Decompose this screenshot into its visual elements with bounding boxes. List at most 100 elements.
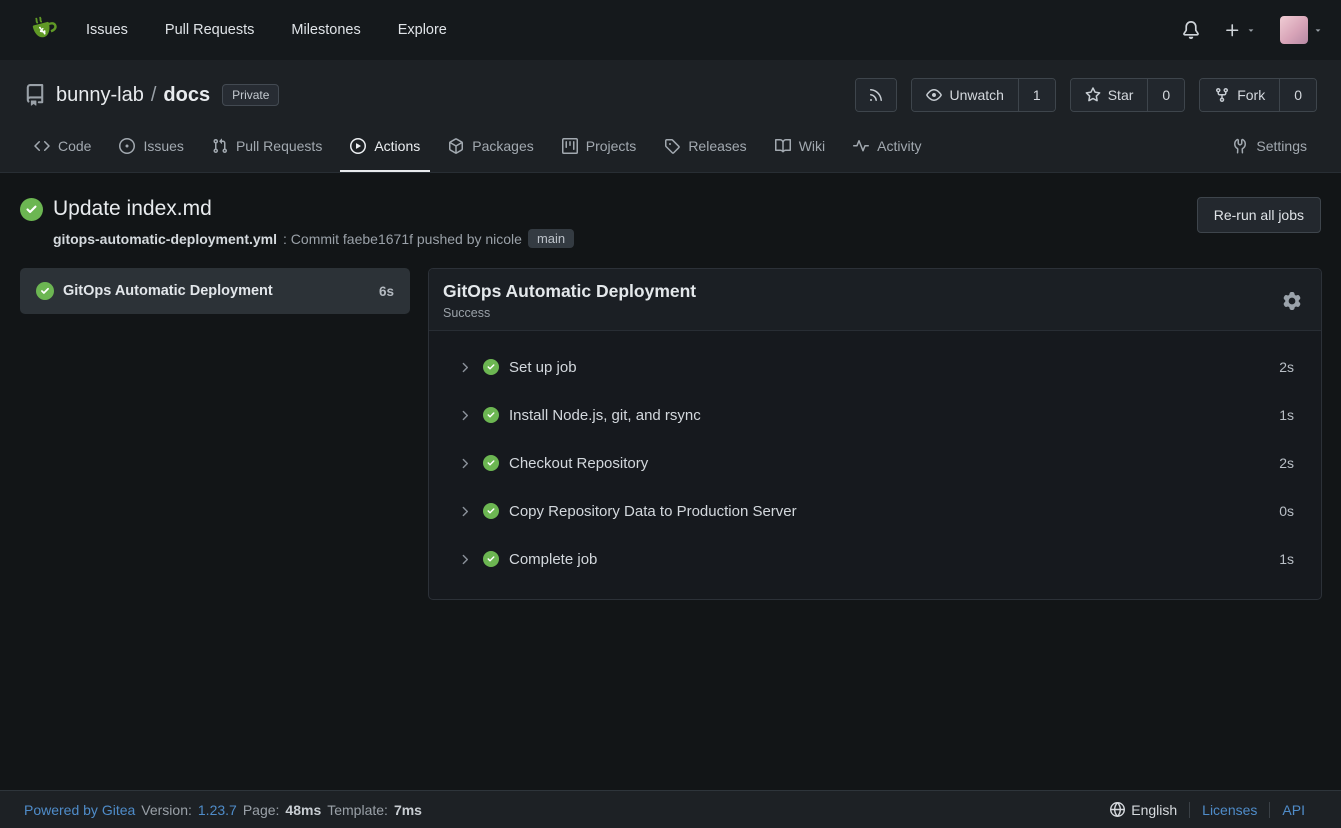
step-name: Copy Repository Data to Production Serve… (509, 503, 1279, 520)
create-new-button[interactable] (1224, 22, 1256, 39)
star-count[interactable]: 0 (1147, 79, 1184, 111)
rss-button-group (855, 78, 897, 112)
run-title: Update index.md (53, 197, 212, 221)
tab-actions[interactable]: Actions (340, 122, 430, 172)
powered-by-gitea-link[interactable]: Powered by Gitea (24, 802, 135, 818)
navbar-links: Issues Pull Requests Milestones Explore (86, 22, 447, 38)
tab-pull-requests[interactable]: Pull Requests (202, 122, 332, 172)
chevron-right-icon (457, 504, 472, 519)
repo-actions: Unwatch 1 Star 0 Fork 0 (855, 78, 1317, 112)
notifications-button[interactable] (1182, 21, 1200, 39)
step-duration: 1s (1279, 551, 1294, 567)
repo-title-row: bunny-lab / docs Private Unwatch 1 (0, 60, 1341, 122)
book-icon (775, 138, 791, 154)
template-label: Template: (327, 802, 388, 818)
chevron-down-icon (1246, 25, 1256, 35)
page-time: 48ms (285, 802, 321, 818)
top-navbar: Issues Pull Requests Milestones Explore (0, 0, 1341, 60)
tab-label: Actions (374, 138, 420, 154)
rss-icon (868, 87, 884, 103)
unwatch-button[interactable]: Unwatch (912, 79, 1017, 111)
tab-releases[interactable]: Releases (654, 122, 756, 172)
chevron-down-icon (1313, 25, 1323, 35)
check-circle-icon (483, 503, 499, 519)
nav-pull-requests[interactable]: Pull Requests (165, 22, 254, 38)
navbar-right (1182, 16, 1323, 44)
run-status-success-icon (20, 198, 43, 221)
tab-code[interactable]: Code (24, 122, 101, 172)
fork-label: Fork (1237, 87, 1265, 103)
rerun-all-jobs-button[interactable]: Re-run all jobs (1197, 197, 1321, 233)
rss-button[interactable] (856, 79, 896, 111)
tab-label: Pull Requests (236, 138, 322, 154)
chevron-right-icon (457, 552, 472, 567)
step-row-copy[interactable]: Copy Repository Data to Production Serve… (429, 487, 1321, 535)
check-circle-icon (483, 359, 499, 375)
job-settings-button[interactable] (1283, 292, 1301, 310)
step-row-setup[interactable]: Set up job 2s (429, 343, 1321, 391)
nav-issues[interactable]: Issues (86, 22, 128, 38)
tab-projects[interactable]: Projects (552, 122, 647, 172)
gitea-logo-icon (28, 14, 60, 46)
tab-label: Activity (877, 138, 921, 154)
tab-wiki[interactable]: Wiki (765, 122, 835, 172)
step-duration: 2s (1279, 359, 1294, 375)
step-duration: 2s (1279, 455, 1294, 471)
job-list-item[interactable]: GitOps Automatic Deployment 6s (20, 268, 410, 314)
nav-explore[interactable]: Explore (398, 22, 447, 38)
tag-icon (664, 138, 680, 154)
language-selector[interactable]: English (1098, 802, 1189, 818)
plus-icon (1224, 22, 1241, 39)
play-icon (350, 138, 366, 154)
tab-settings[interactable]: Settings (1222, 122, 1317, 172)
repo-owner-link[interactable]: bunny-lab (56, 84, 144, 107)
star-button[interactable]: Star (1071, 79, 1148, 111)
gitea-actions-page: Issues Pull Requests Milestones Explore … (0, 0, 1341, 828)
issue-opened-icon (119, 138, 135, 154)
project-icon (562, 138, 578, 154)
job-status-text: Success (443, 306, 696, 320)
step-name: Install Node.js, git, and rsync (509, 407, 1279, 424)
fork-button[interactable]: Fork (1200, 79, 1279, 111)
repo-header: bunny-lab / docs Private Unwatch 1 (0, 60, 1341, 173)
check-circle-icon (483, 407, 499, 423)
step-row-install[interactable]: Install Node.js, git, and rsync 1s (429, 391, 1321, 439)
job-card-header-text: GitOps Automatic Deployment Success (443, 281, 696, 320)
user-menu[interactable] (1280, 16, 1323, 44)
page-label: Page: (243, 802, 280, 818)
step-duration: 0s (1279, 503, 1294, 519)
bell-icon (1182, 21, 1200, 39)
tab-label: Projects (586, 138, 637, 154)
licenses-link[interactable]: Licenses (1189, 802, 1269, 818)
repo-name-link[interactable]: docs (163, 84, 210, 107)
code-icon (34, 138, 50, 154)
api-link[interactable]: API (1269, 802, 1317, 818)
branch-badge[interactable]: main (528, 229, 574, 248)
tab-issues[interactable]: Issues (109, 122, 193, 172)
step-row-complete[interactable]: Complete job 1s (429, 535, 1321, 583)
job-detail-card: GitOps Automatic Deployment Success Set … (428, 268, 1322, 600)
visibility-badge: Private (222, 84, 279, 106)
gitea-logo[interactable] (28, 14, 60, 46)
nav-milestones[interactable]: Milestones (291, 22, 360, 38)
footer: Powered by Gitea Version: 1.23.7 Page: 4… (0, 790, 1341, 828)
star-button-group: Star 0 (1070, 78, 1185, 112)
tab-label: Packages (472, 138, 533, 154)
run-meta: gitops-automatic-deployment.yml: Commit … (53, 229, 574, 248)
fork-count[interactable]: 0 (1279, 79, 1316, 111)
repo-icon (24, 84, 46, 106)
tab-packages[interactable]: Packages (438, 122, 543, 172)
check-circle-icon (36, 282, 54, 300)
step-name: Set up job (509, 359, 1279, 376)
tab-activity[interactable]: Activity (843, 122, 931, 172)
chevron-right-icon (457, 456, 472, 471)
watch-count[interactable]: 1 (1018, 79, 1055, 111)
run-body: GitOps Automatic Deployment 6s GitOps Au… (0, 260, 1341, 600)
step-row-checkout[interactable]: Checkout Repository 2s (429, 439, 1321, 487)
tab-label: Code (58, 138, 91, 154)
version-link[interactable]: 1.23.7 (198, 802, 237, 818)
step-name: Checkout Repository (509, 455, 1279, 472)
footer-left: Powered by Gitea Version: 1.23.7 Page: 4… (24, 802, 422, 818)
language-label: English (1131, 802, 1177, 818)
footer-right: English Licenses API (1098, 802, 1317, 818)
